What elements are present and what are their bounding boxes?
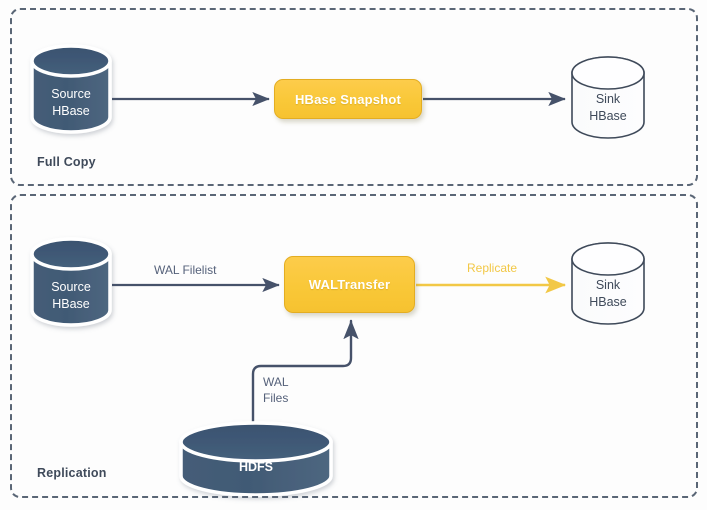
panel-replication (10, 194, 698, 498)
node-label-hdfs: HDFS (181, 423, 331, 495)
cylinder-text: Sink HBase (589, 92, 627, 123)
cylinder-text: Source HBase (51, 87, 91, 118)
cylinder-text: Sink HBase (589, 278, 627, 309)
cylinder-text: Source HBase (51, 280, 91, 311)
node-label-source-hbase-top: Source HBase (32, 46, 110, 132)
node-hbase-snapshot[interactable]: HBase Snapshot (274, 79, 422, 119)
node-label-sink-hbase-top: Sink HBase (572, 57, 644, 138)
node-wal-transfer[interactable]: WALTransfer (284, 256, 415, 313)
panel-label-full-copy: Full Copy (37, 155, 96, 169)
cylinder-text: HDFS (238, 460, 274, 474)
node-label-sink-hbase-bottom: Sink HBase (572, 243, 644, 324)
node-label-source-hbase-bottom: Source HBase (32, 239, 110, 325)
panel-label-replication: Replication (37, 466, 107, 480)
